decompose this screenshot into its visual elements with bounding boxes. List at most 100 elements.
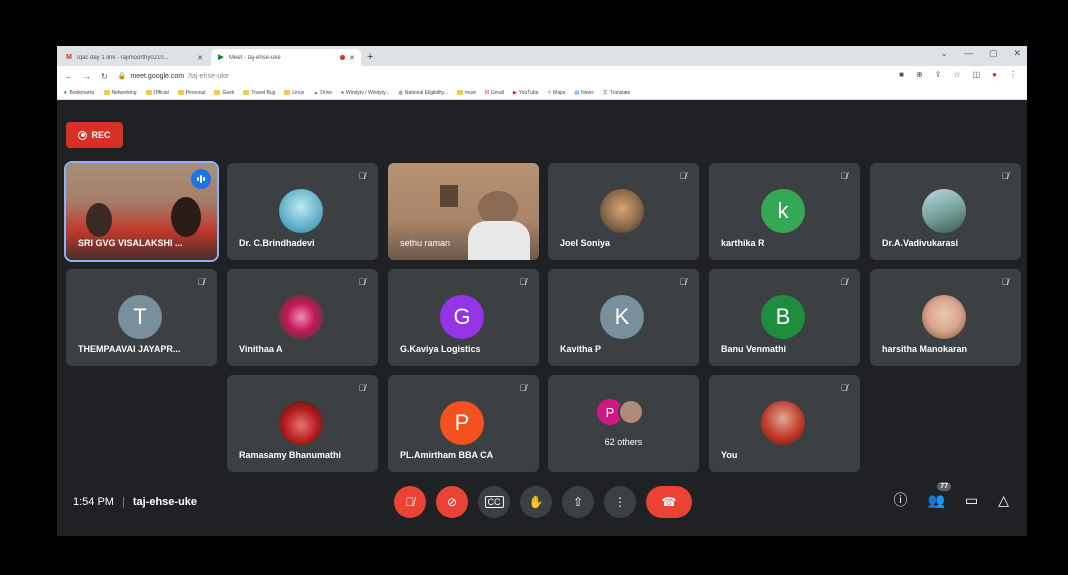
star-icon: ★ — [63, 89, 68, 96]
end-call-icon: ☎ — [661, 495, 677, 509]
participant-tile[interactable]: 🎙̸ Vinithaa A — [227, 269, 378, 366]
participant-tile[interactable]: 🎙̸ Ramasamy Bhanumathi — [227, 375, 378, 472]
reload-icon[interactable]: ↻ — [101, 72, 108, 81]
participant-avatar — [761, 401, 805, 445]
close-tab-icon[interactable]: ✕ — [349, 54, 355, 62]
share-icon[interactable]: ⇪ — [935, 70, 942, 79]
bookmark-item[interactable]: M Gmail — [485, 90, 504, 96]
bookmark-item[interactable]: ◍ National Eligibility... — [399, 90, 448, 96]
participant-tile[interactable]: sethu raman — [388, 163, 539, 260]
mic-off-icon: 🎙̸ — [679, 277, 687, 287]
minimize-icon[interactable]: — — [964, 48, 973, 59]
self-tile[interactable]: 🎙̸ You — [709, 375, 860, 472]
bookmark-item[interactable]: Official — [145, 90, 169, 96]
mic-off-icon: 🎙̸ — [679, 171, 687, 181]
globe-icon: ◍ — [398, 89, 403, 96]
present-button[interactable]: ⇧ — [562, 486, 594, 518]
participant-tile[interactable]: 🎙̸ Dr. C.Brindhadevi — [227, 163, 378, 260]
people-button[interactable]: 👥 77 — [928, 481, 951, 509]
chat-icon[interactable]: ▭ — [965, 492, 978, 509]
meeting-code: taj-ehse-uke — [132, 496, 198, 508]
bookmark-star-icon[interactable]: ☆ — [953, 70, 960, 79]
windy-icon: ● — [340, 89, 345, 96]
tab-title: Meet - taj-ehse-uke — [229, 54, 281, 61]
bookmark-item[interactable]: Personal — [177, 90, 205, 96]
participant-name: harsitha Manokaran — [882, 344, 968, 354]
tab-title: Iqac day 1 link - rajimoorthy0210... — [77, 54, 169, 61]
participant-name: sethu raman — [400, 238, 451, 248]
participant-tile[interactable]: P 🎙̸ PL.Amirtham BBA CA — [388, 375, 539, 472]
back-icon[interactable]: ← — [65, 72, 73, 81]
participant-tile[interactable]: T 🎙̸ THEMPAAVAI JAYAPR... — [66, 269, 217, 366]
participant-tile[interactable]: K 🎙̸ Kavitha P — [548, 269, 699, 366]
speaking-indicator-icon — [191, 169, 211, 189]
participant-tile[interactable]: k 🎙̸ karthika R — [709, 163, 860, 260]
tab-strip-icon[interactable]: ◫ — [973, 70, 981, 79]
bookmark-item[interactable]: ⚲ Maps — [548, 90, 566, 96]
youtube-icon: ▶ — [512, 89, 517, 96]
camera-toggle-button[interactable]: ⊘ — [436, 486, 468, 518]
zoom-icon[interactable]: ⊕ — [916, 70, 923, 79]
participant-avatar: B — [761, 295, 805, 339]
others-count: 62 others — [604, 437, 643, 447]
mic-off-icon: 🎙̸ — [1001, 171, 1009, 181]
participant-tile[interactable]: 🎙̸ Dr.A.Vadivukarasi — [870, 163, 1021, 260]
tab-search-icon[interactable]: ⌄ — [940, 48, 948, 59]
end-call-button[interactable]: ☎ — [646, 486, 692, 518]
others-tile[interactable]: P 62 others — [548, 375, 699, 472]
participant-avatar: k — [761, 189, 805, 233]
close-window-icon[interactable]: ✕ — [1013, 48, 1021, 59]
bookmark-item[interactable]: ★ Bookmarks — [63, 90, 95, 96]
menu-icon[interactable]: ⋮ — [1009, 70, 1017, 79]
folder-icon — [243, 90, 250, 95]
mic-toggle-button[interactable]: 🎙̸ — [394, 486, 426, 518]
forward-icon[interactable]: → — [83, 72, 91, 81]
participant-avatar — [922, 295, 966, 339]
omnibox[interactable]: 🔒 meet.google.com/taj-ehse-uke — [118, 72, 229, 81]
bookmark-item[interactable]: ● Windytv / Windyty... — [341, 90, 390, 96]
participant-avatar — [279, 295, 323, 339]
new-tab-button[interactable]: + — [367, 51, 373, 63]
raise-hand-button[interactable]: ✋ — [520, 486, 552, 518]
bookmark-item[interactable]: ▤ News — [574, 90, 593, 96]
folder-icon — [103, 90, 110, 95]
participant-avatar: T — [118, 295, 162, 339]
maps-icon: ⚲ — [547, 89, 552, 96]
participant-name: Vinithaa A — [239, 344, 283, 354]
participant-avatar — [922, 189, 966, 233]
bookmark-item[interactable]: muvt — [456, 90, 476, 96]
camera-permission-icon[interactable]: ■ — [899, 70, 904, 79]
tab-gmail[interactable]: M Iqac day 1 link - rajimoorthy0210... ✕ — [59, 49, 209, 66]
bookmark-item[interactable]: Geek — [214, 90, 234, 96]
participant-tile[interactable]: G 🎙̸ G.Kaviya Logistics — [388, 269, 539, 366]
meeting-details-icon[interactable]: ⓘ — [894, 490, 908, 510]
recording-badge[interactable]: REC — [66, 122, 123, 148]
drive-icon: ▲ — [313, 89, 319, 96]
more-options-button[interactable]: ⋮ — [604, 486, 636, 518]
participant-tile[interactable]: SRI GVG VISALAKSHI ... — [64, 161, 219, 262]
bookmarks-bar: ★ Bookmarks Networking Official Personal … — [57, 86, 1027, 100]
mic-off-icon: 🎙̸ — [519, 383, 527, 393]
participant-tile[interactable]: 🎙̸ harsitha Manokaran — [870, 269, 1021, 366]
bookmark-item[interactable]: 文 Translate — [603, 89, 631, 97]
captions-button[interactable]: CC — [478, 486, 510, 518]
participant-avatar — [600, 189, 644, 233]
bookmark-item[interactable]: ▶ YouTube — [513, 90, 539, 96]
bookmark-item[interactable]: Travel Bug — [243, 90, 275, 96]
profile-avatar-icon[interactable]: ● — [992, 70, 997, 79]
participant-name: Ramasamy Bhanumathi — [239, 450, 342, 460]
tab-meet[interactable]: ▶ Meet - taj-ehse-uke ✕ — [211, 49, 361, 66]
participant-avatar: K — [600, 295, 644, 339]
address-bar-row: ← → ↻ 🔒 meet.google.com/taj-ehse-uke ■ ⊕… — [57, 66, 1027, 86]
bookmark-item[interactable]: Linux — [284, 90, 304, 96]
participant-tile[interactable]: 🎙̸ Joel Soniya — [548, 163, 699, 260]
folder-icon — [456, 90, 463, 95]
close-tab-icon[interactable]: ✕ — [197, 54, 203, 62]
toolbar-icons: ■ ⊕ ⇪ ☆ ◫ ● ⋮ — [899, 70, 1017, 79]
screen: M Iqac day 1 link - rajimoorthy0210... ✕… — [57, 46, 1027, 536]
participant-tile[interactable]: B 🎙̸ Banu Venmathi — [709, 269, 860, 366]
activities-icon[interactable]: △ — [998, 492, 1009, 509]
maximize-icon[interactable]: ▢ — [989, 48, 998, 59]
bookmark-item[interactable]: Networking — [103, 90, 137, 96]
bookmark-item[interactable]: ▲ Drive — [313, 90, 332, 96]
